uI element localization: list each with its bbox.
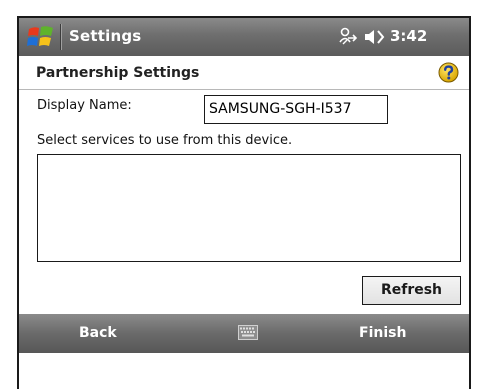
windows-start-icon[interactable] (27, 24, 55, 50)
clock[interactable]: 3:42 (390, 27, 427, 45)
page-header: Partnership Settings (19, 56, 469, 90)
refresh-button[interactable]: Refresh (362, 276, 461, 305)
speaker-icon[interactable] (364, 27, 386, 47)
display-name-label: Display Name: (37, 98, 132, 113)
display-name-input[interactable]: SAMSUNG-SGH-I537 (204, 95, 388, 124)
services-list[interactable] (37, 154, 461, 262)
title-divider (60, 24, 62, 50)
window-title: Settings (69, 27, 142, 45)
softkey-bar: Back Finish (19, 314, 469, 353)
services-label: Select services to use from this device. (37, 133, 293, 148)
back-softkey[interactable]: Back (79, 325, 117, 341)
title-bar: Settings 3:42 (19, 18, 469, 56)
connectivity-icon[interactable] (337, 26, 359, 48)
finish-softkey[interactable]: Finish (359, 325, 406, 341)
keyboard-icon[interactable] (238, 325, 258, 340)
help-icon[interactable] (438, 62, 459, 83)
page-title: Partnership Settings (36, 65, 200, 81)
